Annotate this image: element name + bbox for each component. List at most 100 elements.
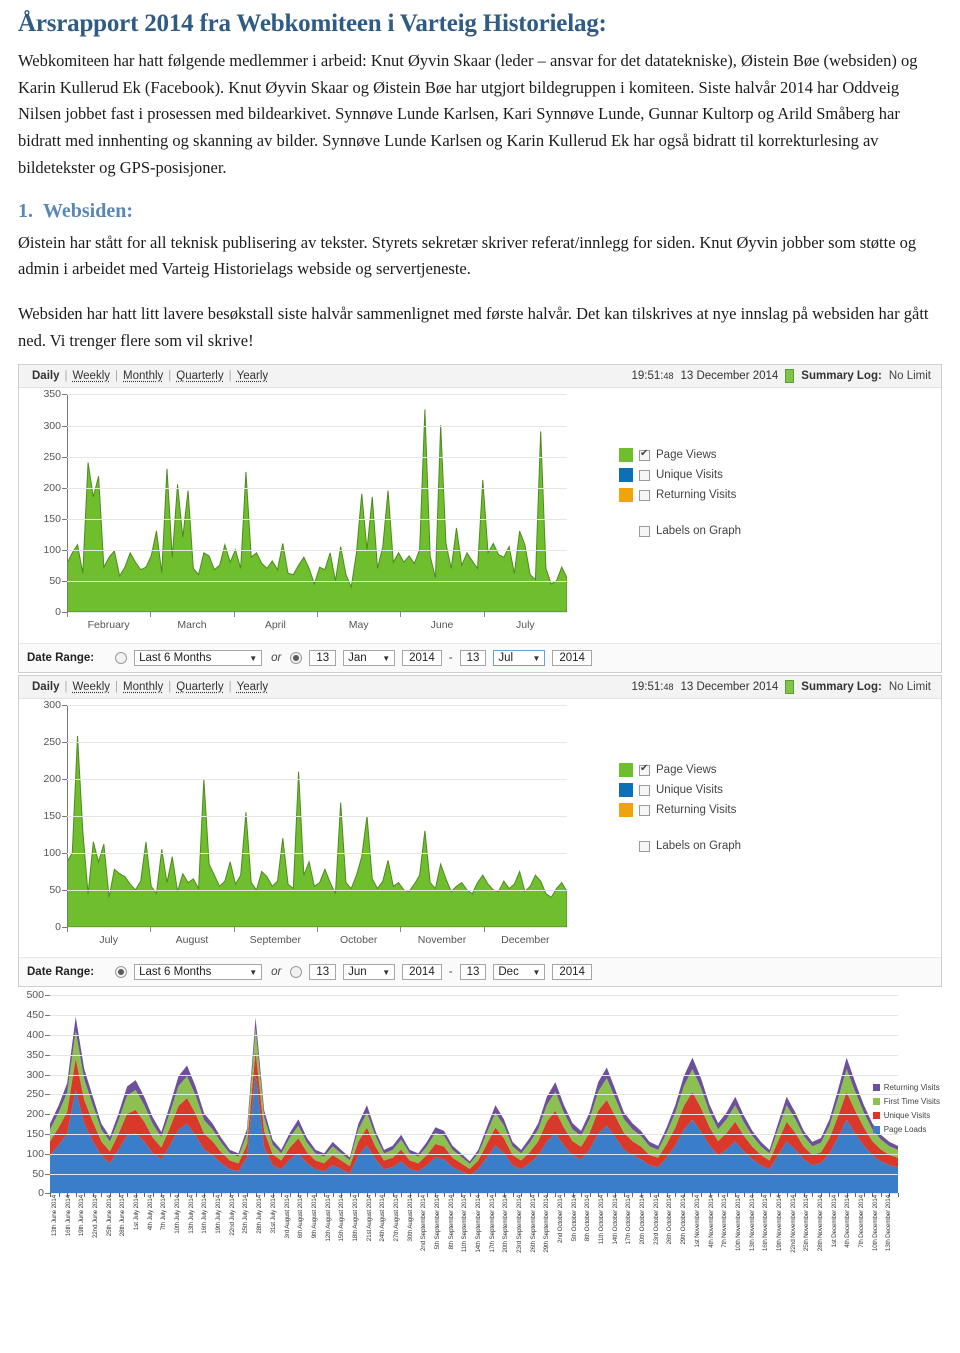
y-axis: 0 50 100 150 200 250 300 <box>27 699 67 933</box>
from-year-input[interactable]: 2014 <box>402 650 442 667</box>
labels-on-graph-checkbox[interactable] <box>639 525 650 537</box>
tab-yearly[interactable]: Yearly <box>232 681 274 693</box>
legend-item-unique-visits[interactable]: Unique Visits <box>872 1111 940 1120</box>
from-month-select[interactable]: Jan ▼ <box>343 650 396 667</box>
to-year-input[interactable]: 2014 <box>552 964 592 981</box>
x-axis-tick-label: 4th July 2014 <box>146 1195 154 1231</box>
legend-checkbox[interactable] <box>639 489 650 501</box>
y-axis-tick-label: 350 <box>26 1048 50 1061</box>
x-axis-tick <box>212 1193 214 1198</box>
chevron-down-icon: ▼ <box>382 967 391 977</box>
legend-item-returning-visits[interactable]: Returning Visits <box>619 803 741 818</box>
from-day-input[interactable]: 13 <box>309 650 337 667</box>
gridline <box>50 1015 898 1017</box>
x-axis-tick-label: 23rd October 2014 <box>652 1195 660 1246</box>
y-axis: 0 50 100 150 200 250 300 350 400 450 500 <box>18 989 50 1199</box>
y-axis-tick-label: 300 <box>26 1068 50 1081</box>
x-axis: February March April May June July <box>67 612 567 638</box>
chart-stacked-visits: 0 50 100 150 200 250 300 350 400 450 500 13th June… <box>18 989 942 1266</box>
x-axis-tick <box>812 1193 814 1198</box>
preset-radio[interactable] <box>115 652 128 665</box>
custom-range-radio[interactable] <box>290 652 303 665</box>
tab-daily[interactable]: Daily <box>27 370 65 382</box>
x-axis-tick <box>743 1193 745 1198</box>
legend-item-labels-on-graph[interactable]: Labels on Graph <box>619 839 741 853</box>
x-axis-tick-label: 12th August 2014 <box>324 1195 332 1243</box>
x-axis-tick <box>317 927 318 933</box>
x-axis-tick-label: 19th November 2014 <box>775 1195 783 1252</box>
from-month-select[interactable]: Jun ▼ <box>343 964 396 981</box>
from-year-input[interactable]: 2014 <box>402 964 442 981</box>
x-axis-tick-label: February <box>87 619 130 632</box>
x-axis-tick-label: December <box>501 934 550 947</box>
y-axis-tick-label: 50 <box>49 884 67 897</box>
legend-checkbox[interactable] <box>639 469 650 481</box>
x-axis-tick-label: 2nd October 2014 <box>557 1195 565 1244</box>
legend-item-returning-visits[interactable]: Returning Visits <box>872 1083 940 1092</box>
x-axis-tick-label: 14th October 2014 <box>611 1195 619 1246</box>
y-axis-tick-label: 200 <box>43 481 67 494</box>
custom-range-radio[interactable] <box>290 966 303 979</box>
y-axis-tick-label: 250 <box>43 736 67 749</box>
to-month-select[interactable]: Dec ▼ <box>493 964 546 981</box>
period-tabs[interactable]: Daily | Weekly | Monthly | Quarterly | Y… <box>27 681 273 693</box>
legend-item-labels-on-graph[interactable]: Labels on Graph <box>619 524 741 538</box>
x-axis-tick-label: May <box>348 619 369 632</box>
legend-item-unique-visits[interactable]: Unique Visits <box>619 783 741 798</box>
tab-weekly[interactable]: Weekly <box>68 681 116 693</box>
legend-checkbox[interactable] <box>639 763 650 776</box>
legend-label: Unique Visits <box>656 469 723 482</box>
gridline <box>67 425 567 427</box>
y-axis-tick-label: 0 <box>55 606 67 619</box>
tab-yearly[interactable]: Yearly <box>232 370 274 382</box>
tab-weekly[interactable]: Weekly <box>68 370 116 382</box>
legend-swatch-icon <box>872 1098 880 1106</box>
to-year-input[interactable]: 2014 <box>552 650 592 667</box>
preset-radio[interactable] <box>115 966 128 979</box>
y-axis-tick-label: 200 <box>26 1108 50 1121</box>
timestamp-date: 13 December 2014 <box>680 370 779 383</box>
y-axis-tick-label: 0 <box>38 1187 50 1200</box>
legend-item-unique-visits[interactable]: Unique Visits <box>619 468 741 483</box>
x-axis-tick <box>898 1193 899 1198</box>
x-axis-tick-label: 13th June 2014 <box>51 1195 58 1237</box>
stats-panel-first-half: Daily | Weekly | Monthly | Quarterly | Y… <box>18 364 942 674</box>
legend-checkbox[interactable] <box>639 448 650 461</box>
gridline <box>67 853 567 855</box>
preset-range-select[interactable]: Last 6 Months ▼ <box>134 650 263 667</box>
from-day-input[interactable]: 13 <box>309 964 337 981</box>
to-day-input[interactable]: 13 <box>459 964 487 981</box>
period-tabs[interactable]: Daily | Weekly | Monthly | Quarterly | Y… <box>27 370 273 382</box>
chart-page-views-jun-dec: 0 50 100 150 200 250 300 July August September Oc… <box>19 699 941 958</box>
tab-monthly[interactable]: Monthly <box>118 370 168 382</box>
tab-daily[interactable]: Daily <box>27 681 65 693</box>
status-indicator-icon <box>785 680 795 695</box>
legend-item-page-views[interactable]: Page Views <box>619 763 741 778</box>
tab-quarterly[interactable]: Quarterly <box>171 681 228 693</box>
x-axis-tick-label: 11th October 2014 <box>598 1195 606 1245</box>
preset-range-select[interactable]: Last 6 Months ▼ <box>134 964 263 981</box>
legend-item-page-loads[interactable]: Page Loads <box>872 1125 940 1134</box>
to-month-select[interactable]: Jul ▼ <box>493 650 546 667</box>
gridline <box>67 519 567 521</box>
gridline <box>67 394 567 396</box>
x-axis-tick-label: 4th November 2014 <box>707 1195 715 1249</box>
tab-monthly[interactable]: Monthly <box>118 681 168 693</box>
legend-item-returning-visits[interactable]: Returning Visits <box>619 488 741 503</box>
x-axis-tick-label: 8th September 2014 <box>447 1195 455 1250</box>
x-axis-tick <box>67 612 68 618</box>
x-axis-tick <box>195 1193 197 1198</box>
to-day-input[interactable]: 13 <box>459 650 487 667</box>
axis-line <box>67 394 68 613</box>
legend-swatch-icon <box>872 1084 880 1092</box>
legend-item-first-time-visits[interactable]: First Time Visits <box>872 1097 940 1106</box>
legend-checkbox[interactable] <box>639 804 650 816</box>
gridline <box>67 705 567 707</box>
legend-checkbox[interactable] <box>639 784 650 796</box>
tab-quarterly[interactable]: Quarterly <box>171 370 228 382</box>
x-axis-tick <box>880 1193 882 1198</box>
legend-item-page-views[interactable]: Page Views <box>619 448 741 463</box>
labels-on-graph-checkbox[interactable] <box>639 840 650 852</box>
x-axis-tick-label: 30th August 2014 <box>406 1195 414 1243</box>
legend-swatch-icon <box>619 488 633 503</box>
